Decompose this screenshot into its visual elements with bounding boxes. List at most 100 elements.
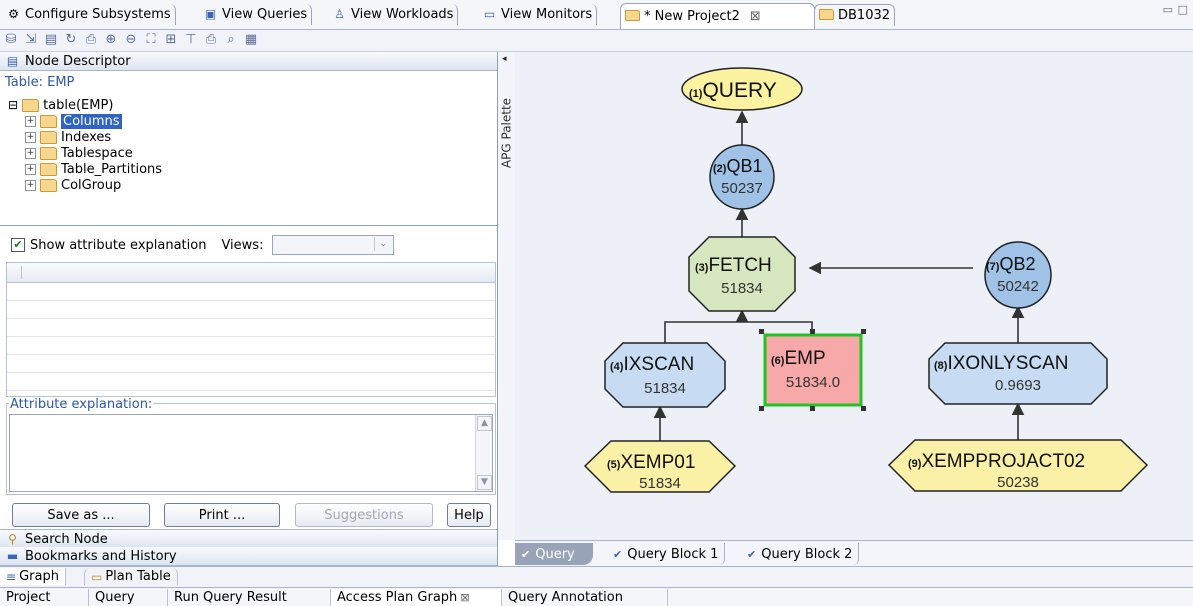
expand-icon[interactable]: +	[25, 147, 36, 159]
chevron-down-icon[interactable]: ⌄	[374, 237, 391, 251]
scrollbar[interactable]: ▲ ▼	[475, 415, 492, 491]
tab-query-block-1[interactable]: ✔ Query Block 1	[607, 543, 726, 565]
bookmark-icon: ▬	[6, 548, 19, 563]
node-number: (8)	[934, 360, 948, 372]
node-fetch[interactable]: (3)FETCH 51834	[688, 236, 796, 312]
close-icon[interactable]: ⊠	[460, 591, 469, 604]
expand-icon[interactable]: +	[25, 115, 36, 127]
expand-icon[interactable]: +	[25, 179, 36, 191]
print-button[interactable]: Print ...	[164, 503, 280, 527]
open-icon[interactable]: ⛁	[3, 32, 19, 48]
suggestions-button[interactable]: Suggestions	[295, 503, 433, 527]
help-button[interactable]: Help	[447, 503, 491, 527]
tree-item-indexes[interactable]: + Indexes	[25, 129, 111, 145]
node-name: IXSCAN	[623, 354, 694, 375]
tab-label: Graph	[19, 569, 59, 584]
tree-layout-icon[interactable]: ⊤	[183, 32, 199, 48]
table-row	[7, 301, 495, 319]
node-value: 0.9693	[995, 377, 1041, 394]
tree-root[interactable]: ⊟ table(EMP)	[8, 97, 113, 113]
tab-access-plan-graph[interactable]: Access Plan Graph ⊠	[331, 589, 502, 606]
apg-palette[interactable]: ◂ APG Palette	[498, 52, 516, 540]
zoom-out-icon[interactable]: ⊖	[123, 32, 139, 48]
table-header	[7, 263, 495, 283]
folder-icon	[625, 10, 640, 23]
tree-item-table-partitions[interactable]: + Table_Partitions	[25, 161, 162, 177]
tree-item-columns[interactable]: + Columns	[25, 113, 122, 129]
tab-query-block-2[interactable]: ✔ Query Block 2	[741, 543, 860, 565]
check-icon: ✔	[521, 547, 531, 561]
tab-run-query-result[interactable]: Run Query Result	[168, 589, 331, 606]
queries-icon: ▣	[204, 7, 217, 21]
check-icon: ✔	[747, 547, 757, 561]
tab-project[interactable]: Project	[0, 589, 89, 606]
tab-query[interactable]: ✔ Query	[515, 543, 593, 565]
scroll-down-icon[interactable]: ▼	[477, 475, 492, 490]
find-icon[interactable]: ⌕	[223, 32, 239, 48]
tab-label: * New Project2	[644, 9, 740, 24]
descriptor-icon[interactable]: ▤	[43, 32, 59, 48]
tab-db1032[interactable]: DB1032	[814, 4, 896, 26]
layout-icon[interactable]: ⊞	[163, 32, 179, 48]
node-number: (7)	[986, 261, 1000, 273]
node-xempprojact02[interactable]: (9)XEMPPROJACT02 50238	[887, 439, 1149, 492]
node-emp[interactable]: (6)EMP 51834.0	[759, 329, 866, 411]
tab-view-queries[interactable]: ▣ View Queries	[199, 4, 313, 25]
tab-view-workloads[interactable]: ♙ View Workloads	[328, 4, 459, 25]
check-icon: ✔	[613, 547, 623, 561]
fit-icon[interactable]: ⛶	[143, 32, 159, 48]
show-attribute-checkbox[interactable]: ✔	[11, 238, 25, 252]
tab-query-annotation[interactable]: Query Annotation	[502, 589, 668, 606]
close-icon[interactable]: ⊠	[750, 9, 761, 24]
subsystems-icon: ⚙	[8, 7, 19, 21]
table-row	[7, 283, 495, 301]
node-query[interactable]: (1)QUERY	[681, 67, 803, 111]
search-node-section[interactable]: ⚲ Search Node	[0, 529, 497, 549]
bookmarks-section[interactable]: ▬ Bookmarks and History	[0, 547, 497, 566]
node-number: (1)	[689, 88, 703, 100]
scroll-up-icon[interactable]: ▲	[477, 416, 492, 431]
tab-view-monitors[interactable]: ▭ View Monitors	[478, 4, 598, 25]
node-value: 51834	[644, 380, 686, 397]
tab-new-project2[interactable]: * New Project2 ⊠	[620, 3, 815, 29]
tab-plan-table[interactable]: ▭ Plan Table	[84, 568, 178, 585]
tab-graph[interactable]: ≡ Graph	[0, 568, 66, 585]
svg-text:(4)IXSCAN: (4)IXSCAN	[610, 354, 694, 375]
zoom-in-icon[interactable]: ⊕	[103, 32, 119, 48]
tree-item-tablespace[interactable]: + Tablespace	[25, 145, 133, 161]
collapse-left-icon[interactable]: ◂	[502, 54, 507, 64]
table-label: Table: EMP	[5, 75, 75, 90]
node-name: XEMP01	[620, 452, 695, 473]
panel-title: Node Descriptor	[25, 53, 131, 69]
tab-query-workflow[interactable]: Query	[89, 589, 168, 606]
minimize-icon[interactable]: ▭	[1163, 3, 1173, 16]
folder-icon	[40, 162, 57, 176]
attribute-explanation-text[interactable]: ▲ ▼	[9, 414, 493, 492]
save-as-button[interactable]: Save as ...	[12, 503, 150, 527]
maximize-icon[interactable]: □	[1178, 3, 1188, 16]
refresh-icon[interactable]: ↻	[63, 32, 79, 48]
divider	[0, 225, 497, 226]
collapse-icon[interactable]: ⊟	[8, 98, 18, 112]
view-tabs: ≡ Graph ▭ Plan Table	[0, 566, 1193, 588]
node-qb2[interactable]: (7)QB2 50242	[984, 241, 1052, 309]
print-icon[interactable]: ⎙	[203, 32, 219, 48]
expand-icon[interactable]: +	[25, 163, 36, 175]
settings-icon[interactable]: ▦	[243, 32, 259, 48]
descriptor-icon: ▤	[6, 53, 19, 68]
node-xemp01[interactable]: (5)XEMP01 51834	[583, 440, 737, 493]
node-ixscan[interactable]: (4)IXSCAN 51834	[604, 342, 726, 408]
tree-item-colgroup[interactable]: + ColGroup	[25, 177, 121, 193]
tab-configure-subsystems[interactable]: ⚙ Configure Subsystems	[2, 4, 176, 25]
expand-icon[interactable]: +	[25, 131, 36, 143]
table-icon: ▭	[91, 569, 103, 584]
node-qb1[interactable]: (2)QB1 50237	[709, 144, 775, 210]
node-ixonlyscan[interactable]: (8)IXONLYSCAN 0.9693	[928, 342, 1108, 405]
folder-icon	[819, 9, 834, 22]
print-preview-icon[interactable]: ⎙	[83, 32, 99, 48]
views-select[interactable]: ⌄	[272, 235, 395, 255]
tree-item-label: Columns	[61, 113, 122, 129]
export-icon[interactable]: ⇲	[23, 32, 39, 48]
tab-label: DB1032	[838, 8, 891, 23]
tab-label: Query Block 1	[627, 546, 719, 562]
